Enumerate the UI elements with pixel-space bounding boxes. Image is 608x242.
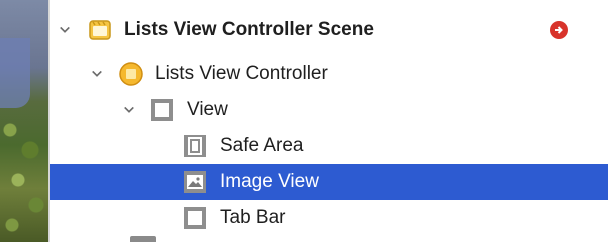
tab-bar-label: Tab Bar: [220, 207, 286, 228]
outline-row-scene[interactable]: Lists View Controller Scene: [50, 12, 608, 48]
partial-next-row-icon: [130, 236, 156, 242]
safe-area-icon: [183, 134, 207, 158]
outline-row-view[interactable]: View: [50, 92, 608, 128]
outline-row-safe-area[interactable]: Safe Area: [50, 128, 608, 164]
image-view-icon: [183, 170, 207, 194]
chevron-down-icon[interactable]: [59, 24, 71, 36]
view-controller-icon: [119, 62, 143, 86]
view-label: View: [187, 99, 228, 120]
go-to-arrow-icon[interactable]: [550, 21, 568, 39]
document-outline: Lists View Controller Scene Lists View C…: [50, 0, 608, 242]
chevron-down-icon[interactable]: [123, 104, 135, 116]
view-icon: [150, 98, 174, 122]
canvas-background-image: [0, 0, 48, 242]
scene-icon: [88, 18, 112, 42]
controller-label: Lists View Controller: [155, 63, 328, 84]
scene-label: Lists View Controller Scene: [124, 19, 374, 40]
safe-area-label: Safe Area: [220, 135, 304, 156]
image-view-label: Image View: [220, 171, 319, 192]
outline-row-image-view[interactable]: Image View: [50, 164, 608, 200]
view-icon: [183, 206, 207, 230]
chevron-down-icon[interactable]: [91, 68, 103, 80]
outline-row-controller[interactable]: Lists View Controller: [50, 56, 608, 92]
outline-row-tab-bar[interactable]: Tab Bar: [50, 200, 608, 236]
